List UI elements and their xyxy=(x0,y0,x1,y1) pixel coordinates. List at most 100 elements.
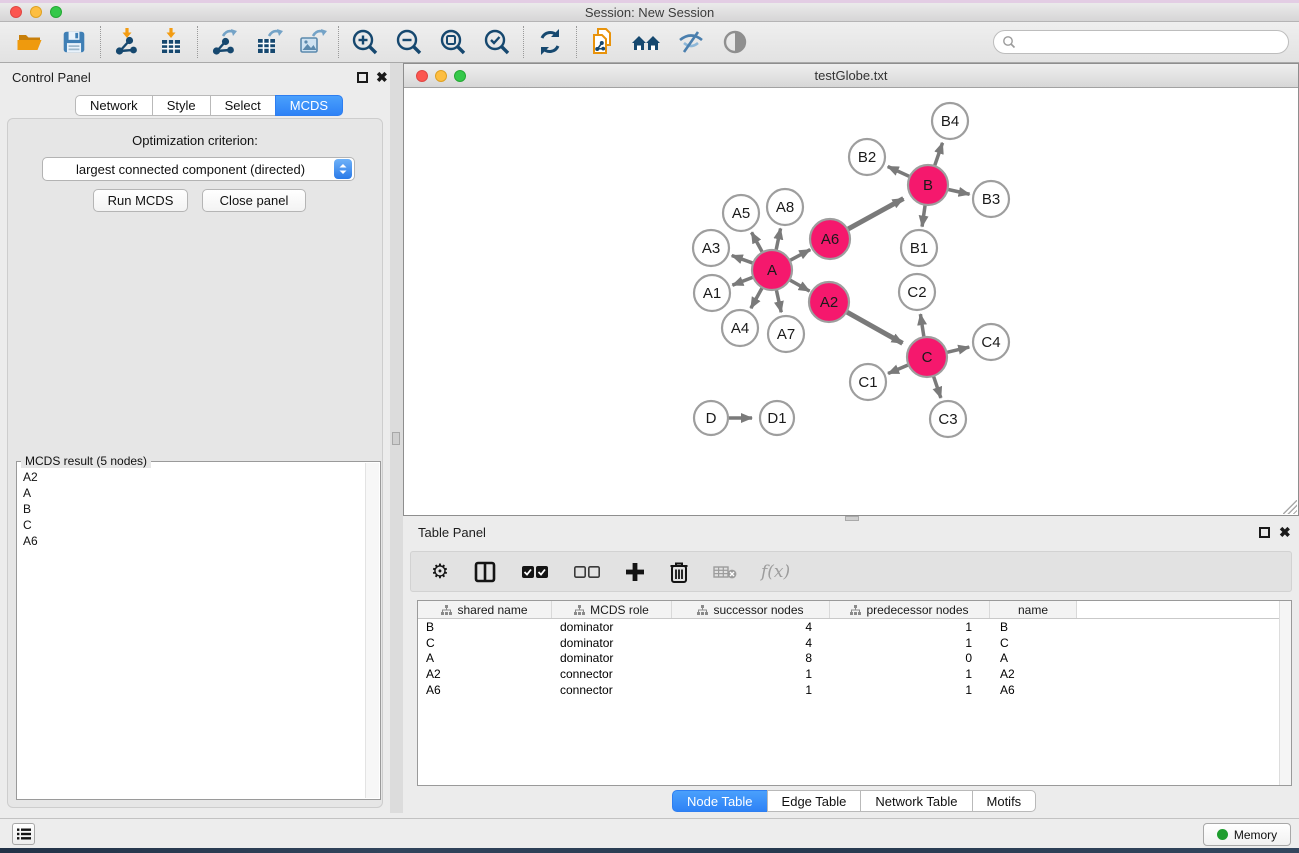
network-window-titlebar[interactable]: testGlobe.txt xyxy=(404,64,1298,88)
graph-node-C4[interactable]: C4 xyxy=(973,324,1009,360)
zoom-out-button[interactable] xyxy=(389,24,429,60)
run-mcds-button[interactable]: Run MCDS xyxy=(93,189,188,212)
float-panel-icon[interactable] xyxy=(357,72,368,83)
edge-B-B4[interactable] xyxy=(934,143,942,167)
edge-A-A8[interactable] xyxy=(776,228,781,251)
graph-node-A1[interactable]: A1 xyxy=(694,275,730,311)
edge-A-A2[interactable] xyxy=(789,279,810,291)
refresh-layout-button[interactable] xyxy=(530,24,570,60)
delete-column-button[interactable] xyxy=(669,557,689,587)
window-resize-grip[interactable] xyxy=(1283,500,1297,514)
zoom-network-button[interactable] xyxy=(454,70,466,82)
table-scrollbar[interactable] xyxy=(1279,601,1291,785)
float-table-panel-icon[interactable] xyxy=(1259,527,1270,538)
close-table-panel-icon[interactable]: ✖ xyxy=(1279,524,1291,540)
table-row[interactable]: Cdominator41C xyxy=(418,635,1291,651)
close-panel-button[interactable]: Close panel xyxy=(202,189,306,212)
close-network-button[interactable] xyxy=(416,70,428,82)
mcds-result-list[interactable]: A2ABCA6 xyxy=(18,463,365,798)
network-canvas[interactable]: B4B2BB3A5A8A6A3B1AA1C2A2A4A7C4CC1C3DD1 xyxy=(404,89,1298,515)
export-table-button[interactable] xyxy=(248,24,288,60)
edge-C-C3[interactable] xyxy=(933,375,941,398)
table-row[interactable]: A2connector11A2 xyxy=(418,666,1291,682)
graph-node-B4[interactable]: B4 xyxy=(932,103,968,139)
graph-node-C1[interactable]: C1 xyxy=(850,364,886,400)
tab-node-table[interactable]: Node Table xyxy=(672,790,768,812)
edge-B-B1[interactable] xyxy=(922,204,925,227)
graph-node-B3[interactable]: B3 xyxy=(973,181,1009,217)
tab-network[interactable]: Network xyxy=(75,95,153,116)
edge-A-A4[interactable] xyxy=(751,287,763,309)
tab-network-table[interactable]: Network Table xyxy=(860,790,972,812)
graph-node-A5[interactable]: A5 xyxy=(723,195,759,231)
graph-node-B1[interactable]: B1 xyxy=(901,230,937,266)
edge-A-A6[interactable] xyxy=(789,250,811,262)
hide-panels-button[interactable] xyxy=(671,24,711,60)
deselect-all-checkboxes-button[interactable] xyxy=(573,557,601,587)
save-session-button[interactable] xyxy=(54,24,94,60)
graph-node-B[interactable]: B xyxy=(908,165,948,205)
edge-A6-B[interactable] xyxy=(847,199,904,230)
close-window-button[interactable] xyxy=(10,6,22,18)
tab-mcds[interactable]: MCDS xyxy=(275,95,343,116)
mcds-result-item[interactable]: A xyxy=(23,485,365,501)
graph-node-A3[interactable]: A3 xyxy=(693,230,729,266)
import-network-button[interactable] xyxy=(107,24,147,60)
export-network-button[interactable] xyxy=(204,24,244,60)
splitter-grip[interactable] xyxy=(392,432,400,445)
function-builder-button[interactable]: f(x) xyxy=(761,557,790,587)
mcds-result-item[interactable]: A6 xyxy=(23,533,365,549)
table-row[interactable]: Bdominator41B xyxy=(418,619,1291,635)
show-panel-button[interactable] xyxy=(715,24,755,60)
edge-A-A3[interactable] xyxy=(732,255,754,263)
graph-node-A6[interactable]: A6 xyxy=(810,219,850,259)
column-header-successor-nodes[interactable]: successor nodes xyxy=(672,601,830,618)
panel-splitter-vertical[interactable] xyxy=(390,63,403,813)
import-table-button[interactable] xyxy=(151,24,191,60)
criterion-dropdown[interactable]: largest connected component (directed) xyxy=(42,157,355,181)
result-list-scrollbar[interactable] xyxy=(365,463,379,798)
zoom-window-button[interactable] xyxy=(50,6,62,18)
graph-node-D[interactable]: D xyxy=(694,401,728,435)
table-row[interactable]: A6connector11A6 xyxy=(418,682,1291,698)
open-session-button[interactable] xyxy=(10,24,50,60)
add-column-button[interactable] xyxy=(625,557,645,587)
search-field[interactable] xyxy=(993,30,1289,54)
edge-C-C2[interactable] xyxy=(920,314,924,338)
edge-A2-C[interactable] xyxy=(846,311,903,343)
graph-node-A8[interactable]: A8 xyxy=(767,189,803,225)
mcds-result-item[interactable]: A2 xyxy=(23,469,365,485)
edge-A-A7[interactable] xyxy=(776,289,781,313)
search-input[interactable] xyxy=(1016,33,1288,51)
edge-C-C4[interactable] xyxy=(945,347,969,353)
graph-node-A7[interactable]: A7 xyxy=(768,316,804,352)
split-table-button[interactable] xyxy=(473,557,497,587)
select-all-checkboxes-button[interactable] xyxy=(521,557,549,587)
graph-node-C[interactable]: C xyxy=(907,337,947,377)
graph-node-C3[interactable]: C3 xyxy=(930,401,966,437)
minimize-network-button[interactable] xyxy=(435,70,447,82)
edge-C-C1[interactable] xyxy=(888,364,909,373)
minimize-window-button[interactable] xyxy=(30,6,42,18)
table-row[interactable]: Adominator80A xyxy=(418,650,1291,666)
task-history-button[interactable] xyxy=(12,823,35,845)
delete-table-button[interactable] xyxy=(713,557,737,587)
tab-motifs[interactable]: Motifs xyxy=(972,790,1037,812)
mcds-result-item[interactable]: C xyxy=(23,517,365,533)
graph-node-A4[interactable]: A4 xyxy=(722,310,758,346)
column-header-name[interactable]: name xyxy=(990,601,1077,618)
graph-node-A2[interactable]: A2 xyxy=(809,282,849,322)
graph-node-D1[interactable]: D1 xyxy=(760,401,794,435)
zoom-in-button[interactable] xyxy=(345,24,385,60)
duplicate-network-button[interactable] xyxy=(583,24,623,60)
tab-style[interactable]: Style xyxy=(152,95,211,116)
tab-edge-table[interactable]: Edge Table xyxy=(767,790,862,812)
window-titlebar[interactable]: Session: New Session xyxy=(0,3,1299,22)
edge-A-A5[interactable] xyxy=(752,232,763,253)
mcds-result-item[interactable]: B xyxy=(23,501,365,517)
graph-node-A[interactable]: A xyxy=(752,250,792,290)
graph-node-B2[interactable]: B2 xyxy=(849,139,885,175)
column-header-mcds-role[interactable]: MCDS role xyxy=(552,601,672,618)
column-header-shared-name[interactable]: shared name xyxy=(418,601,552,618)
close-panel-icon[interactable]: ✖ xyxy=(376,69,388,85)
